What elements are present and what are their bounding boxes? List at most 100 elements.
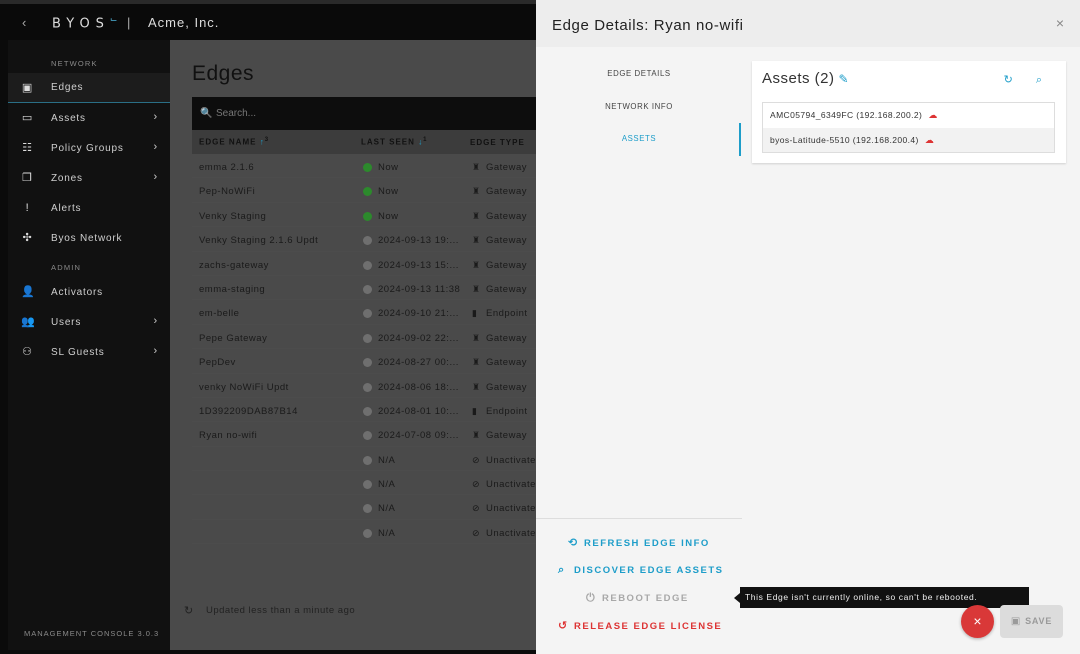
table-row[interactable]: N/A ⊘ Unactivated bbox=[192, 520, 541, 545]
sidebar-section-network: NETWORK bbox=[51, 59, 98, 68]
edge-name-cell: Pepe Gateway bbox=[199, 332, 268, 344]
drawer-header: Edge Details: Ryan no-wifi × bbox=[536, 0, 1080, 47]
edge-type-icon: ♜ bbox=[472, 210, 481, 221]
asset-item[interactable]: byos-Latitude-5510 (192.168.200.4) ☁ bbox=[763, 127, 1054, 152]
edge-name-cell: zachs-gateway bbox=[199, 259, 269, 271]
column-edge-type[interactable]: EDGE TYPE bbox=[470, 138, 525, 147]
table-row[interactable]: emma 2.1.6 Now ♜ Gateway bbox=[192, 154, 536, 179]
table-row[interactable]: venky NoWiFi Updt 2024-08-06 18:... ♜ Gatew… bbox=[192, 374, 536, 398]
sidebar-item-zones[interactable]: ❐ Zones › bbox=[8, 163, 170, 193]
edge-name-cell: venky NoWiFi Updt bbox=[199, 381, 289, 393]
sidebar-item-sl-guests[interactable]: ⚇ SL Guests › bbox=[8, 337, 170, 367]
last-seen-cell: N/A bbox=[361, 528, 395, 539]
edit-icon[interactable]: ✎ bbox=[839, 72, 850, 86]
table-row[interactable]: PepDev 2024-08-27 00:... ♜ Gateway bbox=[192, 349, 536, 374]
table-row[interactable]: zachs-gateway 2024-09-13 15:... ♜ Gateway bbox=[192, 252, 536, 276]
sidebar-item-edges[interactable]: ▣ Edges bbox=[8, 73, 170, 103]
close-drawer-button[interactable]: × bbox=[961, 605, 994, 638]
sort-order-badge: 3 bbox=[264, 137, 270, 144]
alert-icon: ! bbox=[25, 202, 30, 214]
discover-edge-assets-button[interactable]: ⌕ DISCOVER EDGE ASSETS bbox=[558, 564, 723, 577]
close-icon[interactable]: × bbox=[1056, 15, 1064, 31]
refresh-edge-info-button[interactable]: ⟲ REFRESH EDGE INFO bbox=[568, 536, 710, 549]
organization-name[interactable]: Acme, Inc. bbox=[148, 15, 219, 30]
back-chevron-icon[interactable]: ‹ bbox=[22, 15, 26, 30]
edge-name-cell: emma 2.1.6 bbox=[199, 162, 255, 173]
sidebar-item-byos-network[interactable]: ✣ Byos Network bbox=[8, 223, 170, 253]
column-last-seen[interactable]: LAST SEEN ↓1 bbox=[361, 137, 427, 147]
sidebar-item-label: Users bbox=[51, 316, 82, 328]
chevron-right-icon: › bbox=[153, 345, 158, 357]
table-row[interactable]: Pep-NoWiFi Now ♜ Gateway bbox=[192, 178, 536, 203]
asset-label: AMC05794_6349FC (192.168.200.2) bbox=[770, 110, 923, 120]
table-row[interactable]: 1D392209DAB87B14 2024-08-01 10:... ▮ Endpoi… bbox=[192, 398, 536, 423]
edge-type-icon: ♜ bbox=[472, 430, 481, 441]
edge-type-icon: ♜ bbox=[472, 259, 481, 270]
add-user-icon: 👤 bbox=[21, 286, 36, 298]
last-seen-cell: 2024-09-13 15:... bbox=[361, 260, 459, 271]
edge-type-icon: ♜ bbox=[472, 186, 481, 197]
table-row[interactable]: Venky Staging 2.1.6 Updt 2024-09-13 19:..… bbox=[192, 227, 536, 252]
edge-type-icon: ⊘ bbox=[472, 527, 481, 538]
search-input[interactable]: 🔍 Search... bbox=[192, 97, 536, 130]
sidebar-item-label: Policy Groups bbox=[51, 142, 124, 154]
page-title: Edges bbox=[192, 62, 255, 85]
table-row[interactable]: N/A ⊘ Unactivated bbox=[192, 471, 541, 496]
save-button[interactable]: ▣ SAVE bbox=[1000, 605, 1063, 638]
sidebar-item-users[interactable]: 👥 Users › bbox=[8, 307, 170, 337]
edge-type-cell: ♜ Gateway bbox=[472, 162, 527, 173]
edge-name-cell: PepDev bbox=[199, 357, 236, 369]
edge-type-cell: ▮ Endpoint bbox=[472, 405, 528, 417]
edges-table-body: emma 2.1.6 Now ♜ Gateway Pep-NoWiFi Now ♜ Gatew… bbox=[192, 154, 541, 545]
asset-item[interactable]: AMC05794_6349FC (192.168.200.2) ☁ bbox=[763, 103, 1054, 128]
last-seen-cell: Now bbox=[361, 162, 399, 173]
status-dot-icon bbox=[363, 455, 372, 465]
edge-name-cell: Pep-NoWiFi bbox=[199, 186, 256, 198]
tab-edge-details[interactable]: EDGE DETAILS bbox=[536, 69, 742, 78]
sidebar: NETWORK ▣ Edges ▭ Assets › ☷ Policy Groups › ❐ Zo… bbox=[8, 40, 170, 650]
tab-network-info[interactable]: NETWORK INFO bbox=[536, 102, 742, 111]
edge-type-icon: ▮ bbox=[472, 405, 478, 416]
assets-tools[interactable]: ↻ ⌕ bbox=[1004, 73, 1052, 87]
edge-type-icon: ♜ bbox=[472, 162, 481, 172]
edge-type-icon: ♜ bbox=[472, 235, 481, 246]
edge-type-cell: ♜ Gateway bbox=[472, 430, 527, 442]
edge-name-cell: 1D392209DAB87B14 bbox=[199, 405, 298, 417]
status-dot-icon bbox=[363, 358, 372, 368]
table-row[interactable]: N/A ⊘ Unactivated bbox=[192, 495, 541, 520]
table-row[interactable]: Venky Staging Now ♜ Gateway bbox=[192, 203, 536, 228]
table-row[interactable]: Ryan no-wifi 2024-07-08 09:... ♜ Gateway bbox=[192, 422, 536, 447]
edge-type-icon: ♜ bbox=[472, 332, 481, 343]
last-seen-cell: 2024-09-13 19:... bbox=[361, 235, 459, 246]
last-seen-cell: N/A bbox=[361, 503, 395, 514]
active-tab-indicator bbox=[739, 123, 741, 156]
release-edge-license-button[interactable]: ↺ RELEASE EDGE LICENSE bbox=[558, 619, 722, 632]
tab-assets[interactable]: ASSETS bbox=[536, 134, 742, 143]
drawer-tabs: EDGE DETAILS NETWORK INFO ASSETS ⟲ REFRES… bbox=[536, 47, 742, 654]
sidebar-item-label: Assets bbox=[51, 112, 86, 124]
status-dot-icon bbox=[363, 406, 372, 416]
column-edge-name[interactable]: EDGE NAME ↑3 bbox=[199, 137, 269, 147]
edge-type-cell: ♜ Gateway bbox=[472, 259, 527, 271]
table-header: EDGE NAME ↑3 LAST SEEN ↓1 EDGE TYPE bbox=[192, 130, 536, 154]
reboot-edge-button[interactable]: ⏻ REBOOT EDGE bbox=[586, 592, 689, 605]
table-row[interactable]: Pepe Gateway 2024-09-02 22:... ♜ Gateway bbox=[192, 325, 536, 350]
sidebar-item-activators[interactable]: 👤 Activators bbox=[8, 277, 170, 307]
power-icon: ⏻ bbox=[586, 592, 597, 604]
refresh-icon[interactable]: ↻ bbox=[184, 604, 194, 617]
sidebar-item-alerts[interactable]: ! Alerts bbox=[8, 193, 170, 223]
sidebar-item-policy-groups[interactable]: ☷ Policy Groups › bbox=[8, 133, 170, 163]
edge-type-cell: ⊘ Unactivated bbox=[472, 503, 542, 515]
sidebar-item-assets[interactable]: ▭ Assets › bbox=[8, 103, 170, 133]
table-row[interactable]: emma-staging 2024-09-13 11:38 ♜ Gateway bbox=[192, 276, 536, 301]
table-row[interactable]: em-belle 2024-09-10 21:... ▮ Endpoint bbox=[192, 300, 536, 325]
edge-name-cell: emma-staging bbox=[199, 283, 266, 295]
table-row[interactable]: N/A ⊘ Unactivated bbox=[192, 447, 541, 472]
last-seen-cell: 2024-08-01 10:... bbox=[361, 406, 459, 417]
last-seen-cell: 2024-07-08 09:... bbox=[361, 430, 459, 441]
status-dot-icon bbox=[363, 504, 372, 514]
status-dot-icon bbox=[363, 236, 372, 246]
sidebar-item-label: Alerts bbox=[51, 202, 82, 214]
sort-order-badge: 1 bbox=[423, 137, 428, 144]
sidebar-item-label: SL Guests bbox=[51, 346, 105, 358]
